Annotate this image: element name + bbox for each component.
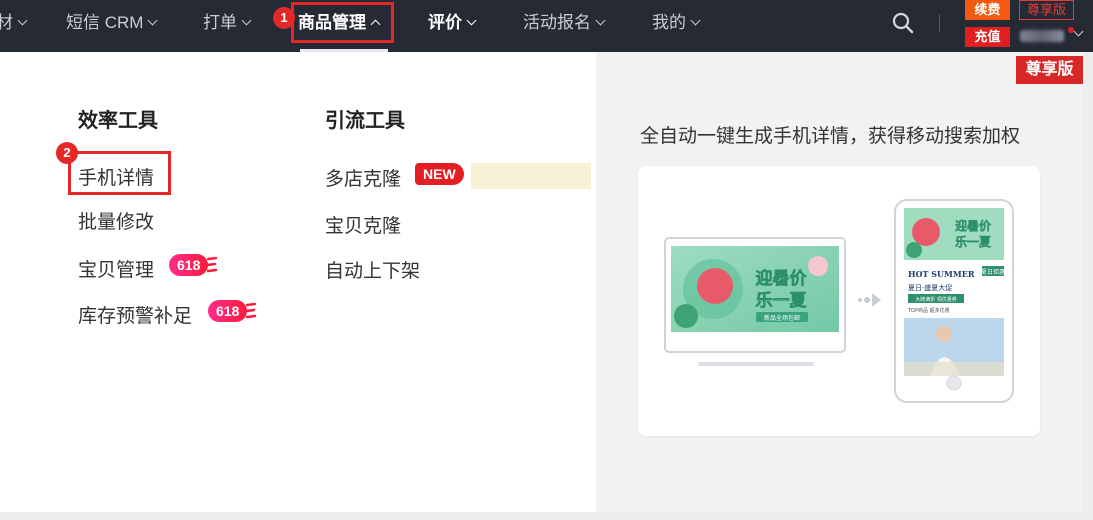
tag-618: 618 [169, 254, 218, 276]
chevron-down-icon [17, 15, 28, 26]
svg-text:夏日·盛夏大促: 夏日·盛夏大促 [908, 283, 952, 292]
svg-text:夏日钜惠: 夏日钜惠 [981, 268, 1005, 276]
nav-item-activity-signup[interactable]: 活动报名 [523, 0, 606, 44]
promo-illustration-card: 迎暑价 乐一夏 新品全场包邮 迎暑价 乐一夏 HOT SUMMER 夏日钜惠 夏… [638, 166, 1040, 436]
svg-text:HOT SUMMER: HOT SUMMER [908, 269, 975, 279]
user-menu-chevron-icon[interactable] [1073, 26, 1084, 37]
efficiency-tools-title: 效率工具 [78, 110, 158, 132]
sparkle-icon [246, 303, 257, 319]
background-ghost-block [471, 163, 591, 189]
renew-button[interactable]: 续费 [965, 0, 1010, 20]
search-icon[interactable] [892, 12, 914, 34]
sparkle-icon [207, 257, 218, 273]
chevron-down-icon [148, 15, 158, 26]
svg-text:新品全场包邮: 新品全场包邮 [764, 314, 800, 322]
promo-description: 全自动一键生成手机详情，获得移动搜索加权 [640, 126, 1021, 147]
top-nav-bar: 材 短信 CRM 打单 商品管理 评价 活动报名 我的 1 续费 尊享版 充值 [0, 0, 1093, 52]
svg-text:迎暑价: 迎暑价 [756, 268, 808, 289]
tag-new: NEW [415, 163, 464, 185]
nav-item-reviews[interactable]: 评价 [428, 0, 477, 44]
vip-version-label: 尊享版 [1019, 0, 1074, 20]
traffic-tools-title: 引流工具 [325, 110, 405, 132]
menu-item-item-management[interactable]: 宝贝管理 [78, 255, 154, 282]
step-1-badge: 1 [273, 7, 295, 29]
step-2-badge: 2 [56, 142, 78, 164]
vip-version-badge: 尊享版 [1016, 56, 1083, 84]
nav-item-mine[interactable]: 我的 [652, 0, 701, 44]
svg-text:迎暑价: 迎暑价 [955, 218, 992, 233]
highlight-frame-product-management [291, 2, 394, 43]
menu-item-auto-listing[interactable]: 自动上下架 [325, 256, 420, 283]
menu-item-batch-edit[interactable]: 批量修改 [78, 207, 154, 234]
svg-text:乐一夏: 乐一夏 [955, 234, 992, 249]
svg-text:大牌满折 领优惠券: 大牌满折 领优惠券 [915, 296, 957, 303]
menu-item-item-clone[interactable]: 宝贝克隆 [325, 211, 401, 238]
recharge-button[interactable]: 充值 [965, 27, 1010, 47]
svg-text:乐一夏: 乐一夏 [756, 291, 808, 311]
svg-text:TOP商品 超多优惠: TOP商品 超多优惠 [907, 307, 950, 314]
chevron-down-icon [595, 15, 606, 26]
nav-item-print-order[interactable]: 打单 [203, 0, 252, 44]
nav-item-sms-crm[interactable]: 短信 CRM [66, 0, 158, 44]
chevron-down-icon [241, 15, 252, 26]
menu-item-multi-store-clone[interactable]: 多店克隆 [325, 164, 401, 191]
chevron-down-icon [466, 15, 477, 26]
nav-divider [939, 14, 940, 32]
nav-item-material[interactable]: 材 [0, 0, 28, 44]
chevron-down-icon [690, 15, 701, 26]
tag-618: 618 [208, 300, 257, 322]
menu-item-stock-alert[interactable]: 库存预警补足 [78, 301, 192, 328]
highlight-frame-mobile-detail [68, 151, 171, 195]
user-name-blurred[interactable] [1020, 30, 1064, 42]
desktop-to-mobile-illustration: 迎暑价 乐一夏 新品全场包邮 迎暑价 乐一夏 HOT SUMMER 夏日钜惠 夏… [664, 199, 1014, 403]
